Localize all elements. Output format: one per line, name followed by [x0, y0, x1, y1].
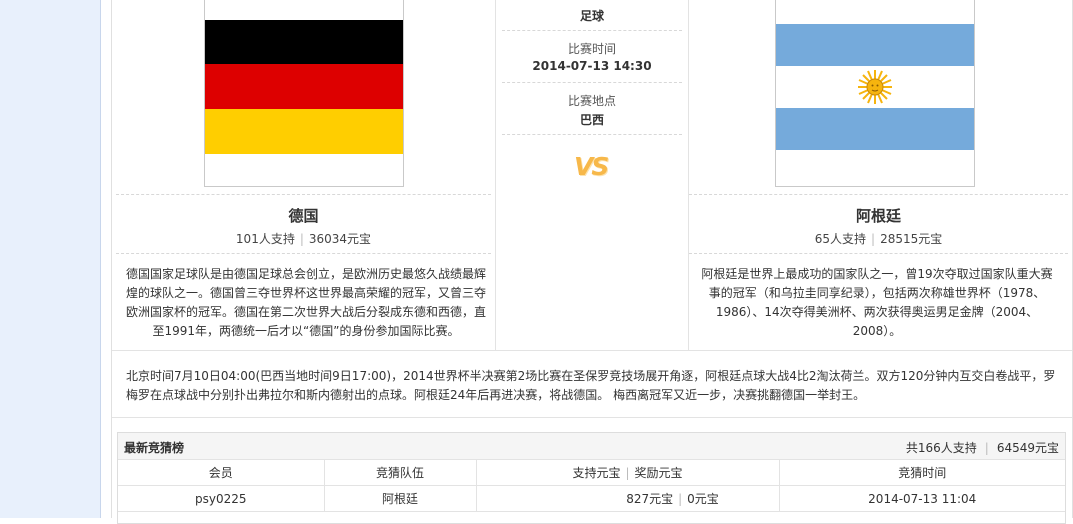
divider	[502, 134, 682, 135]
away-team-section: 阿根廷 65人支持 | 28515元宝 阿根廷是世界上最成功的国家队之一，曾19次夺…	[689, 0, 1068, 350]
left-sidebar	[0, 0, 101, 518]
away-supporters: 65人支持	[814, 232, 867, 246]
latest-guess-ranking: 最新竞猜榜 共166人支持 | 64549元宝 会员 竞猜队伍 支持元宝 | 奖励元宝 …	[117, 432, 1066, 524]
home-team-stats: 101人支持 | 36034元宝	[235, 232, 372, 246]
table-header-row: 会员 竞猜队伍 支持元宝 | 奖励元宝 竞猜时间	[118, 460, 1065, 486]
argentina-flag	[775, 0, 975, 187]
match-summary: 北京时间7月10日04:00(巴西当地时间9日17:00)，2014世界杯半决赛…	[112, 350, 1072, 418]
divider	[502, 30, 682, 31]
row-time: 2014-07-13 11:04	[779, 485, 1065, 512]
divider	[116, 194, 491, 195]
match-panel: 德国 101人支持 | 36034元宝 德国国家足球队是由德国足球总会创立，是欧洲历…	[111, 0, 1073, 524]
divider	[502, 82, 682, 83]
home-team-name[interactable]: 德国	[116, 205, 491, 226]
away-team-name[interactable]: 阿根廷	[689, 205, 1068, 226]
ranking-table: 会员 竞猜队伍 支持元宝 | 奖励元宝 竞猜时间 psy0225 阿根廷 827元宝…	[118, 460, 1065, 512]
home-yuanbao: 36034元宝	[308, 232, 372, 246]
match-venue-value: 巴西	[579, 113, 604, 127]
match-info: 足球 比赛时间 2014-07-13 14:30 比赛地点 巴西 VS	[495, 0, 689, 350]
ranking-total-yuanbao: 64549元宝	[996, 441, 1059, 455]
row-member[interactable]: psy0225	[118, 485, 325, 512]
home-team-description: 德国国家足球队是由德国足球总会创立，是欧洲历史最悠久战绩最辉煌的球队之一。德国曾…	[126, 267, 487, 338]
away-team-stats: 65人支持 | 28515元宝	[814, 232, 943, 246]
away-team-description: 阿根廷是世界上最成功的国家队之一，曾19次夺取过国家队重大赛事的冠军（和乌拉圭同…	[701, 267, 1053, 338]
row-team: 阿根廷	[324, 485, 477, 512]
column-header-support-reward: 支持元宝 | 奖励元宝	[476, 460, 780, 486]
match-summary-text: 北京时间7月10日04:00(巴西当地时间9日17:00)，2014世界杯半决赛…	[126, 369, 1056, 402]
divider	[116, 253, 491, 254]
match-venue-label: 比赛地点	[567, 94, 616, 108]
divider	[689, 194, 1068, 195]
match-time-label: 比赛时间	[567, 42, 616, 56]
match-time-value: 2014-07-13 14:30	[532, 59, 652, 73]
row-support-reward: 827元宝 | 0元宝	[476, 485, 780, 512]
germany-flag	[204, 0, 404, 187]
ranking-total-people: 共166人支持	[905, 441, 977, 455]
home-supporters: 101人支持	[235, 232, 295, 246]
ranking-totals: 共166人支持 | 64549元宝	[905, 441, 1059, 455]
column-header-time: 竞猜时间	[779, 460, 1065, 486]
column-header-member: 会员	[118, 460, 325, 486]
sport-type: 足球	[579, 9, 604, 23]
ranking-header: 最新竞猜榜 共166人支持 | 64549元宝	[118, 433, 1065, 460]
divider	[689, 253, 1068, 254]
vs-logo: VS	[574, 152, 609, 181]
home-team-section: 德国 101人支持 | 36034元宝 德国国家足球队是由德国足球总会创立，是欧洲历…	[116, 0, 491, 350]
ranking-title: 最新竞猜榜	[124, 441, 185, 455]
column-header-team: 竞猜队伍	[324, 460, 477, 486]
sun-of-may-icon	[858, 70, 892, 104]
table-row: psy0225 阿根廷 827元宝 | 0元宝 2014-07-13 11:04	[118, 485, 1065, 512]
away-yuanbao: 28515元宝	[880, 232, 943, 246]
